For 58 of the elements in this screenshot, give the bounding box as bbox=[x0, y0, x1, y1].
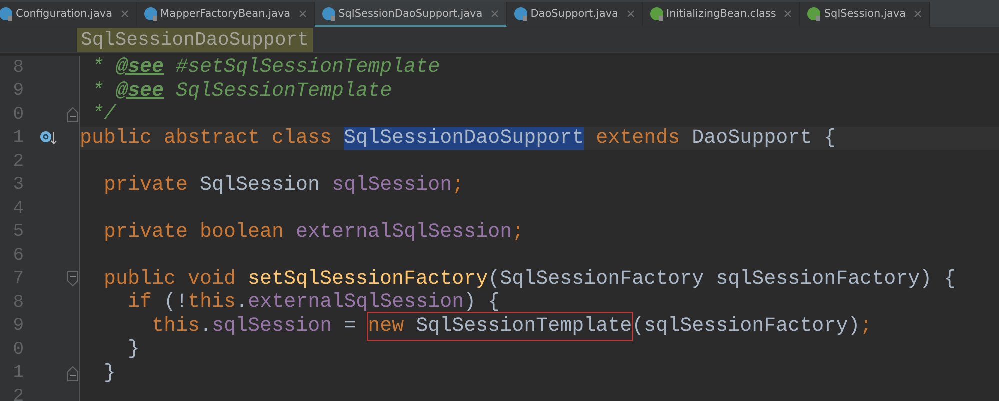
code-token: ; bbox=[512, 220, 524, 244]
code-token: } bbox=[103, 362, 116, 385]
code-token: this bbox=[151, 314, 200, 338]
class-icon bbox=[514, 6, 528, 20]
code-token: #setSqlSessionTemplate bbox=[175, 56, 440, 80]
code-token: extends bbox=[595, 126, 682, 150]
file-tab[interactable]: Configuration.java bbox=[0, 2, 137, 27]
code-token: @see bbox=[116, 80, 164, 103]
file-tab[interactable]: SqlSessionDaoSupport.java bbox=[314, 2, 507, 27]
code-token: . bbox=[200, 314, 212, 338]
code-token: . bbox=[236, 291, 248, 314]
code-token: if bbox=[127, 291, 154, 314]
code-token: (sqlSessionFactory) bbox=[632, 314, 860, 338]
code-token: * bbox=[91, 80, 106, 103]
code-token: } bbox=[127, 338, 140, 362]
interface-icon bbox=[650, 6, 664, 20]
code-token: ) { bbox=[464, 291, 500, 314]
code-token: this bbox=[188, 291, 236, 314]
code-token: sqlSession bbox=[212, 314, 332, 338]
close-icon[interactable] bbox=[914, 10, 922, 18]
code-token: DaoSupport { bbox=[692, 126, 836, 150]
code-token: private boolean bbox=[103, 220, 286, 244]
code-token: sqlSession bbox=[332, 174, 452, 197]
code-token: = bbox=[343, 314, 358, 338]
class-icon bbox=[322, 6, 336, 20]
code-token: ; bbox=[860, 314, 872, 338]
code-token: * bbox=[91, 56, 106, 80]
interface-icon bbox=[807, 6, 822, 20]
close-icon[interactable] bbox=[490, 10, 499, 18]
override-icon[interactable] bbox=[40, 130, 60, 146]
file-tab[interactable]: DaoSupport.java bbox=[506, 2, 642, 27]
code-token: setSqlSessionFactory bbox=[248, 268, 488, 291]
close-icon[interactable] bbox=[626, 10, 634, 18]
file-tab[interactable]: InitializingBean.class bbox=[642, 2, 800, 27]
code-token: SqlSession bbox=[200, 174, 322, 197]
selected-text: SqlSessionDaoSupport bbox=[344, 126, 584, 150]
code-token: (! bbox=[164, 291, 188, 314]
code-token: public abstract class bbox=[80, 126, 334, 150]
code-token: */ bbox=[91, 103, 116, 126]
close-icon[interactable] bbox=[120, 10, 129, 18]
fold-icon[interactable] bbox=[67, 107, 79, 123]
fold-icon[interactable] bbox=[67, 270, 79, 286]
highlight-box: new SqlSessionTemplate bbox=[368, 312, 632, 340]
code-token: @see bbox=[116, 56, 164, 80]
code-token: ; bbox=[452, 174, 464, 197]
code-token: SqlSessionTemplate bbox=[175, 80, 392, 103]
code-token: private bbox=[103, 174, 190, 197]
class-icon bbox=[144, 6, 158, 20]
file-tab[interactable]: SqlSession.java bbox=[800, 2, 930, 27]
file-tab[interactable]: MapperFactoryBean.java bbox=[136, 2, 315, 27]
code-token: public void bbox=[103, 268, 238, 291]
close-icon[interactable] bbox=[784, 10, 792, 18]
fold-icon[interactable] bbox=[67, 366, 79, 382]
code-token: (SqlSessionFactory sqlSessionFactory) { bbox=[488, 268, 956, 291]
code-token: externalSqlSession bbox=[296, 220, 512, 244]
class-icon bbox=[0, 6, 13, 20]
close-icon[interactable] bbox=[298, 10, 307, 18]
code-token: externalSqlSession bbox=[248, 291, 464, 314]
